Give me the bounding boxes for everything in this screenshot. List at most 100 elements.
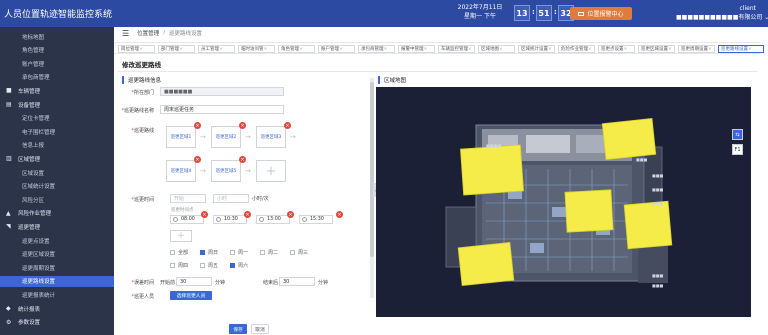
route-name-input[interactable]: 周末巡更任务	[160, 105, 284, 114]
remove-point-icon[interactable]: ×	[194, 156, 201, 163]
close-tab-icon[interactable]: ×	[299, 47, 303, 52]
close-tab-icon[interactable]: ×	[588, 47, 592, 52]
day-checkbox-all[interactable]: 全部	[170, 249, 188, 256]
day-checkbox-tue[interactable]: 周二	[260, 249, 278, 256]
close-tab-icon[interactable]: ×	[264, 47, 268, 52]
sidebar-item[interactable]: 地标地图	[0, 31, 114, 42]
time-point-input[interactable]: 15:30	[299, 215, 333, 224]
remove-time-icon[interactable]: ×	[201, 211, 208, 218]
day-checkbox-sun[interactable]: 周日	[200, 249, 218, 256]
remove-point-icon[interactable]: ×	[284, 122, 291, 129]
add-time-button[interactable]: +	[170, 230, 192, 242]
remove-point-icon[interactable]: ×	[194, 122, 201, 129]
time-point-input[interactable]: 10:30	[213, 215, 247, 224]
sidebar-item[interactable]: 承包商管理	[0, 72, 114, 83]
close-tab-icon[interactable]: ×	[468, 47, 472, 52]
scrollbar-thumb[interactable]	[370, 82, 374, 257]
menu-toggle-icon[interactable]: ☰	[122, 29, 129, 38]
sidebar-item[interactable]: ▤ 设备管理	[0, 99, 114, 110]
breadcrumb-home[interactable]: 位置管理	[137, 29, 159, 37]
sidebar-item[interactable]: 账户管理	[0, 58, 114, 69]
close-tab-icon[interactable]: ×	[219, 47, 223, 52]
close-tab-icon[interactable]: ×	[384, 47, 388, 52]
sidebar-item[interactable]: 区域设置	[0, 167, 114, 178]
sidebar-item[interactable]: ▲ 风险作业管理	[0, 208, 114, 219]
route-point-card[interactable]: 巡更区域5	[211, 160, 241, 182]
tab-item[interactable]: 危险作业管理 ×	[558, 45, 595, 53]
cancel-button[interactable]: 取消	[251, 324, 269, 334]
close-tab-icon[interactable]: ×	[668, 47, 672, 52]
before-minutes-input[interactable]: 30	[176, 277, 212, 286]
sidebar-item[interactable]: 区域统计设置	[0, 181, 114, 192]
remove-point-icon[interactable]: ×	[239, 122, 246, 129]
sidebar-item[interactable]: ■ 车辆管理	[0, 85, 114, 96]
tab-item[interactable]: 部门管理 ×	[158, 45, 195, 53]
sidebar-item[interactable]: 定位卡管理	[0, 113, 114, 124]
remove-time-icon[interactable]: ×	[336, 211, 343, 218]
route-point-card[interactable]: 巡更区域3	[256, 126, 286, 148]
close-tab-icon[interactable]: ×	[139, 47, 143, 52]
alarm-center-button[interactable]: 位置报警中心	[570, 7, 632, 20]
tab-item[interactable]: 临时访问管 ×	[238, 45, 275, 53]
day-checkbox-thu[interactable]: 周四	[170, 262, 188, 269]
sidebar-item[interactable]: 巡更周期设置	[0, 262, 114, 273]
route-point-card[interactable]: 巡更区域1	[166, 126, 196, 148]
day-checkbox-mon[interactable]: 周一	[230, 249, 248, 256]
sidebar-item[interactable]: ⚙ 参数设置	[0, 317, 114, 328]
tab-item[interactable]: 承包商管理 ×	[358, 45, 395, 53]
switch-view-icon[interactable]: ⇆	[732, 129, 743, 140]
user-menu[interactable]: client ■■■■■■■■■■■有限公司 ⌄	[676, 4, 768, 22]
tab-item[interactable]: 员工管理 ×	[198, 45, 235, 53]
sidebar-item[interactable]: 电子围栏管理	[0, 126, 114, 137]
sidebar-item[interactable]: 风险分区	[0, 194, 114, 205]
sidebar-item[interactable]: ◥ 巡更管理	[0, 221, 114, 232]
close-tab-icon[interactable]: ×	[748, 47, 752, 52]
tab-item[interactable]: 报警中管理 ×	[398, 45, 435, 53]
close-tab-icon[interactable]: ×	[179, 47, 183, 52]
remove-point-icon[interactable]: ×	[239, 156, 246, 163]
day-checkbox-wed[interactable]: 周三	[290, 249, 308, 256]
after-minutes-input[interactable]: 30	[279, 277, 315, 286]
clock-hour: 13	[514, 5, 530, 21]
add-route-point-button[interactable]: +	[256, 160, 286, 182]
time-start-input[interactable]: 开始	[170, 194, 206, 203]
tab-item[interactable]: 巡更点设置 ×	[598, 45, 635, 53]
day-checkbox-fri[interactable]: 周五	[200, 262, 218, 269]
tab-item[interactable]: 车辆监控管理 ×	[438, 45, 475, 53]
department-select[interactable]: ■■■■■■	[160, 87, 284, 96]
sidebar-item[interactable]: 巡更点设置	[0, 235, 114, 246]
sidebar-item[interactable]: ◆ 统计报表	[0, 303, 114, 314]
route-point-card[interactable]: 巡更区域4	[166, 160, 196, 182]
tab-item[interactable]: 区域统计设置 ×	[518, 45, 555, 53]
tab-item[interactable]: 巡更周期设置 ×	[678, 45, 715, 53]
day-checkbox-sat[interactable]: 周六	[230, 262, 248, 269]
sidebar-item[interactable]: 巡更报表统计	[0, 289, 114, 300]
time-point-input[interactable]: 08:00	[170, 215, 204, 224]
tab-item[interactable]: 区域地图 ×	[478, 45, 515, 53]
sidebar-item[interactable]: 巡更路线设置	[0, 275, 114, 287]
time-end-input[interactable]: 小时	[213, 194, 249, 203]
close-tab-icon[interactable]: ×	[499, 47, 503, 52]
sidebar-item[interactable]: 信息上报	[0, 140, 114, 151]
save-button[interactable]: 保存	[229, 324, 247, 334]
sidebar-item[interactable]: 巡更区域设置	[0, 249, 114, 260]
area-map[interactable]: ■■■ ■■■ ■■■ ■■■ ■■■ ■■■ ■■■■ ⇆ F1	[376, 87, 751, 317]
floor-selector[interactable]: F1	[732, 144, 743, 155]
remove-time-icon[interactable]: ×	[287, 211, 294, 218]
close-tab-icon[interactable]: ×	[624, 47, 628, 52]
close-tab-icon[interactable]: ×	[708, 47, 712, 52]
tab-item[interactable]: 岗位管理 ×	[118, 45, 155, 53]
close-tab-icon[interactable]: ×	[339, 47, 343, 52]
select-person-button[interactable]: 选择巡更人员	[170, 291, 212, 300]
sidebar-item[interactable]: 角色管理	[0, 45, 114, 56]
time-point-input[interactable]: 13:00	[256, 215, 290, 224]
route-point-card[interactable]: 巡更区域2	[211, 126, 241, 148]
close-tab-icon[interactable]: ×	[548, 47, 552, 52]
close-tab-icon[interactable]: ×	[424, 47, 428, 52]
sidebar-item[interactable]: ▥ 区域管理	[0, 153, 114, 164]
tab-item[interactable]: 角色管理 ×	[278, 45, 315, 53]
remove-time-icon[interactable]: ×	[244, 211, 251, 218]
tab-item[interactable]: 账户管理 ×	[318, 45, 355, 53]
tab-item[interactable]: 巡更区域设置 ×	[638, 45, 675, 53]
tab-item[interactable]: 巡更路线设置 ×	[718, 45, 764, 53]
